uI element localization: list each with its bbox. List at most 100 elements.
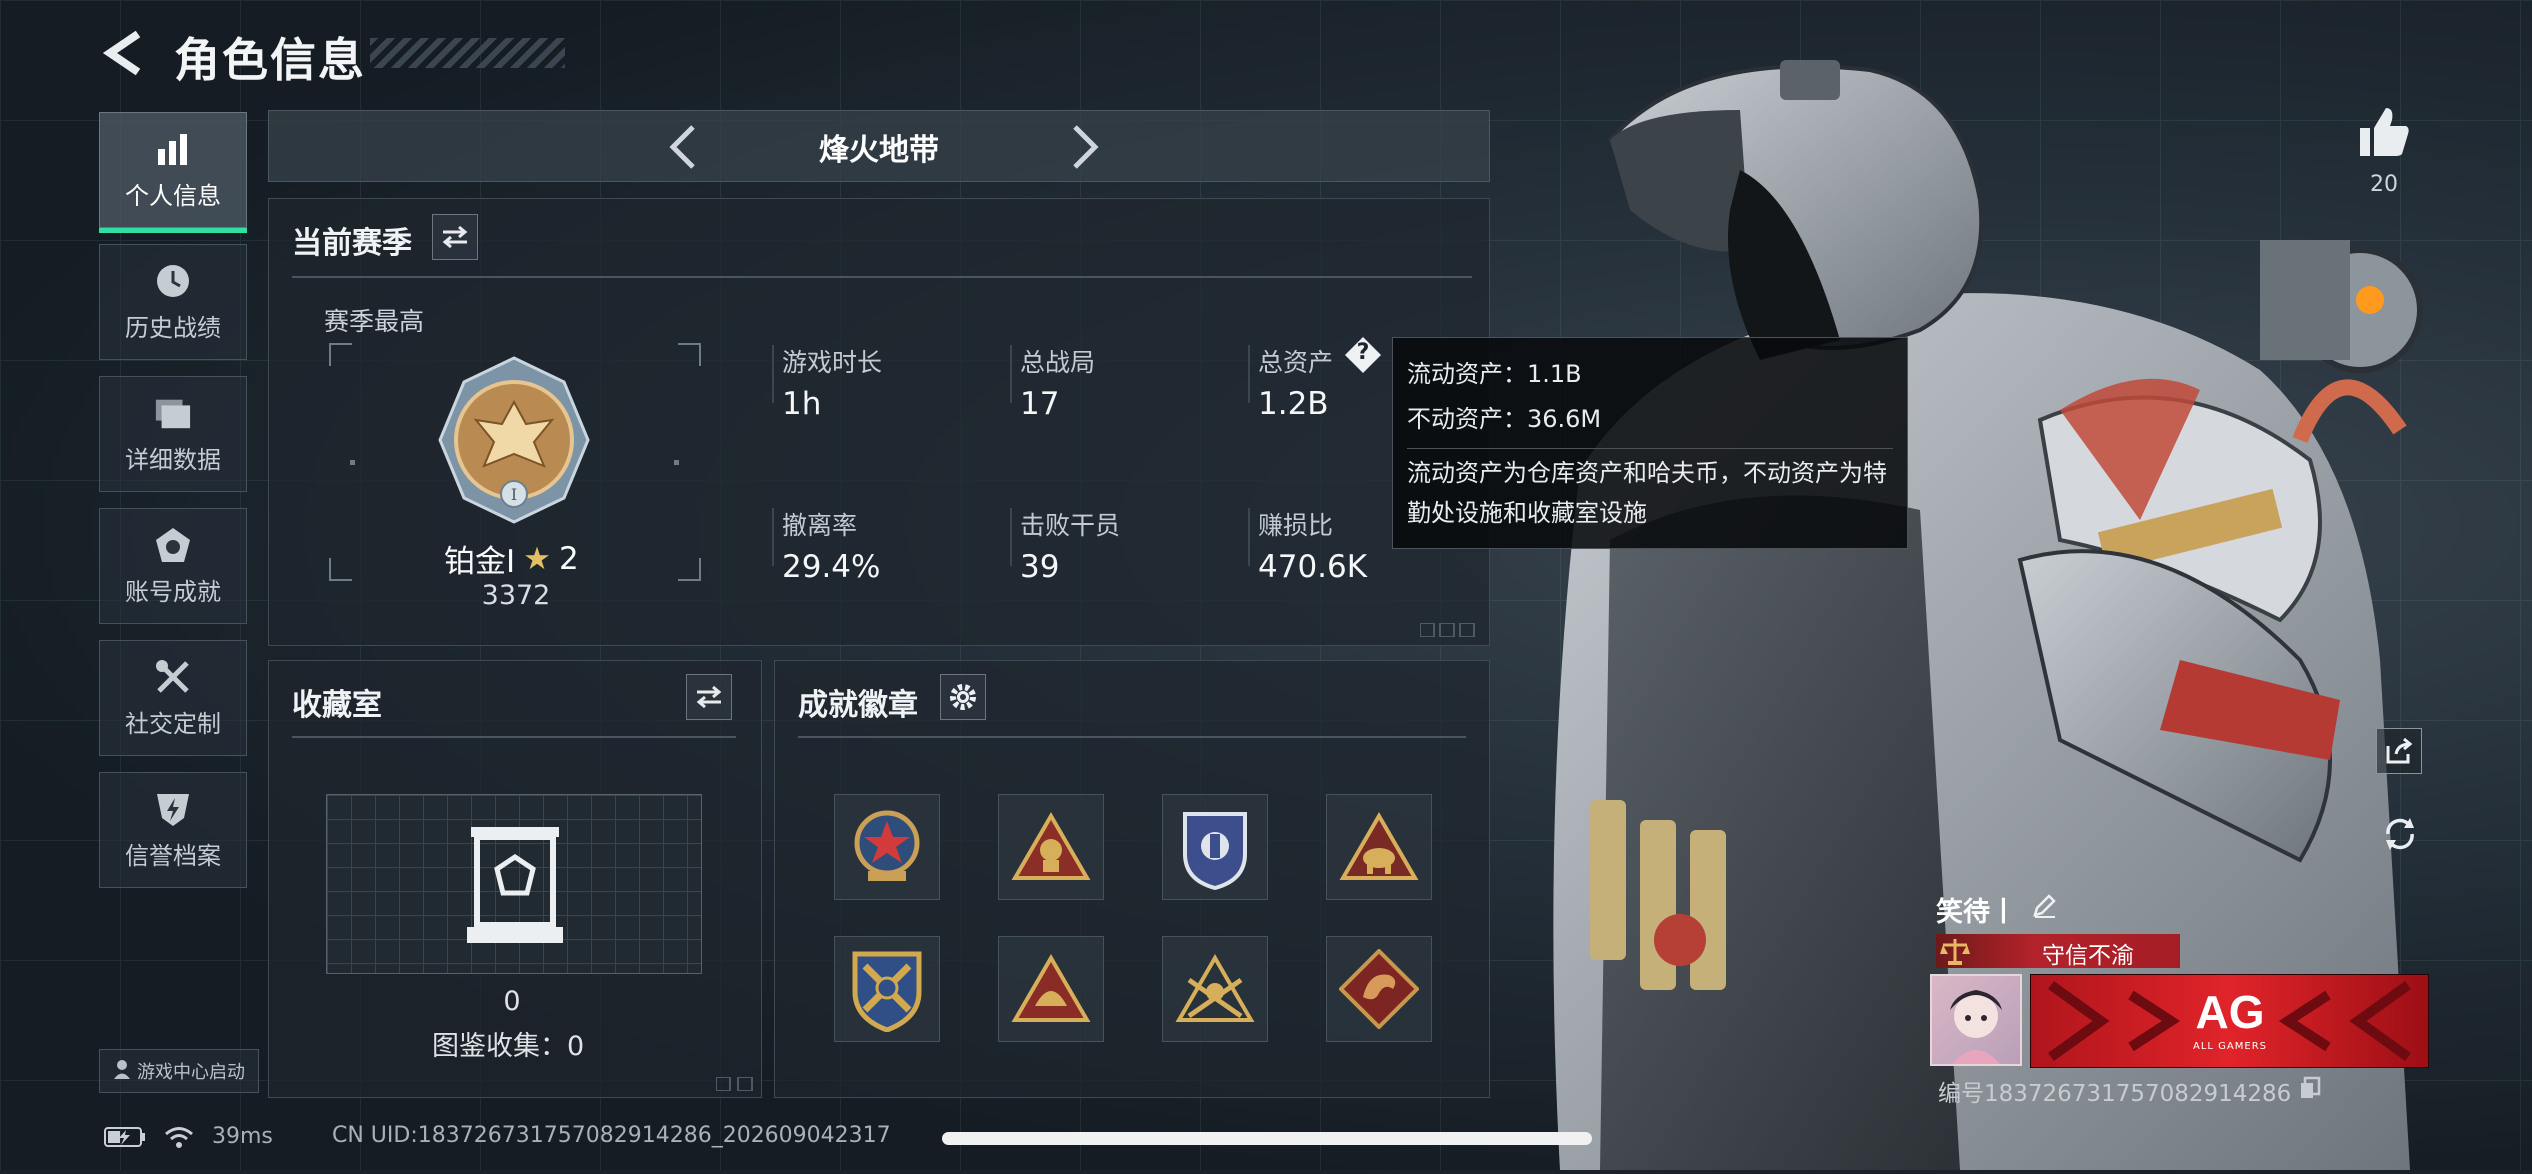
game-center-launch-button[interactable]: 游戏中心启动 <box>99 1049 259 1093</box>
collection-display-case[interactable] <box>326 794 702 974</box>
home-indicator[interactable] <box>942 1132 1592 1145</box>
badge-triangle-crossed-rifles[interactable] <box>1162 936 1268 1042</box>
sidebar-item-label: 账号成就 <box>125 577 221 606</box>
crossed-guns-badge-icon <box>852 951 922 1032</box>
player-name: 笑待丨 <box>1936 897 2017 928</box>
share-button[interactable] <box>2376 728 2422 774</box>
avatar[interactable] <box>1930 974 2022 1066</box>
mode-tab-bar: 烽火地带 <box>268 110 1490 182</box>
like-button[interactable] <box>2356 104 2412 160</box>
stat-value-total-matches: 17 <box>1020 386 1060 422</box>
stat-value-playtime: 1h <box>782 386 822 422</box>
badge-police-shield[interactable] <box>1162 794 1268 900</box>
team-emblem-banner: AG ALL GAMERS <box>2030 974 2429 1068</box>
sidebar-item-label: 详细数据 <box>125 445 221 474</box>
stat-label-playtime: 游戏时长 <box>782 348 883 377</box>
dragon-diamond-badge-icon <box>1339 949 1419 1029</box>
sidebar-item-achievements[interactable]: 账号成就 <box>99 508 247 624</box>
star-shield-badge-icon <box>854 810 920 881</box>
tooltip-fixed-assets: 不动资产：36.6M <box>1407 405 1602 433</box>
catalog-count: 图鉴收集：0 <box>432 1031 585 1062</box>
gear-icon <box>950 684 976 710</box>
shield-bolt-icon <box>154 790 192 828</box>
rank-name-row: 铂金Ⅰ ★ 2 <box>444 536 579 581</box>
stat-label-total-assets: 总资产 <box>1258 348 1334 377</box>
stat-label-kills: 击败干员 <box>1020 511 1121 540</box>
badge-crossed-guns[interactable] <box>834 936 940 1042</box>
copy-id-button[interactable] <box>2299 1076 2321 1106</box>
player-id-row: 编号1837267317570829142​86 <box>1938 1074 2321 1108</box>
triangle-elephant-badge-icon <box>1339 812 1419 880</box>
tooltip-description: 流动资产为仓库资产和哈夫币，不动资产为特勤处设施和收藏室设施 <box>1407 459 1887 527</box>
season-switch-button[interactable] <box>432 214 478 260</box>
bar-chart-icon <box>154 130 192 168</box>
triangle-crossed-rifles-badge-icon <box>1175 954 1255 1022</box>
title-decoration <box>370 38 565 68</box>
pencil-icon <box>2033 894 2056 918</box>
swap-icon <box>442 225 468 249</box>
triangle-helmet-badge-icon <box>1011 954 1091 1022</box>
battery-charging-icon <box>104 1126 145 1147</box>
badges-title: 成就徽章 <box>798 688 918 723</box>
collection-switch-button[interactable] <box>686 674 732 720</box>
season-title: 当前赛季 <box>292 226 412 261</box>
team-logo-subtext: ALL GAMERS <box>2193 1041 2267 1052</box>
star-icon: ★ <box>523 540 551 577</box>
sidebar-item-detail-data[interactable]: 详细数据 <box>99 376 247 492</box>
clock-icon <box>154 262 192 300</box>
season-divider <box>292 276 1472 278</box>
help-glyph: ? <box>1356 340 1370 365</box>
assets-help-button[interactable]: ? <box>1344 336 1382 374</box>
status-bar: 39ms <box>104 1124 273 1149</box>
chevron-right-icon <box>1073 125 1099 169</box>
collection-title: 收藏室 <box>292 688 382 723</box>
scales-icon <box>1940 939 1970 965</box>
uid-text: CN UID:183726731757082914286_20260904231… <box>332 1123 891 1148</box>
stat-label-total-matches: 总战局 <box>1020 348 1096 377</box>
player-id: 编号1837267317570829142​86 <box>1938 1081 2292 1107</box>
tooltip-liquid-assets: 流动资产：1.1B <box>1407 360 1582 388</box>
collection-count: 0 <box>503 986 521 1017</box>
stat-divider <box>772 508 774 566</box>
corner-decoration <box>1419 622 1476 638</box>
like-count: 20 <box>2370 172 2398 197</box>
badge-triangle-elephant[interactable] <box>1326 794 1432 900</box>
title-tag: 守信不渝 <box>1936 934 2180 969</box>
edit-name-button[interactable] <box>2031 893 2057 926</box>
stat-divider <box>1248 345 1250 403</box>
badge-star-shield[interactable] <box>834 794 940 900</box>
stat-label-profit-loss: 赚损比 <box>1258 511 1334 540</box>
stat-value-kills: 39 <box>1020 549 1060 585</box>
launcher-label: 游戏中心启动 <box>137 1062 245 1083</box>
tools-icon <box>154 658 192 696</box>
next-mode-button[interactable] <box>1063 123 1107 171</box>
team-logo-text: AG <box>2195 986 2265 1038</box>
swap-icon <box>696 685 722 709</box>
stat-value-total-assets: 1.2B <box>1258 386 1329 422</box>
season-best-label: 赛季最高 <box>324 307 425 336</box>
badge-triangle-soldier[interactable] <box>998 794 1104 900</box>
rank-name: 铂金Ⅰ <box>444 544 516 580</box>
stat-divider <box>1248 508 1250 566</box>
copy-icon <box>2301 1076 2321 1098</box>
back-button[interactable] <box>100 28 150 78</box>
sidebar-item-social-custom[interactable]: 社交定制 <box>99 640 247 756</box>
badge-dragon-diamond[interactable] <box>1326 936 1432 1042</box>
badge-triangle-helmet[interactable] <box>998 936 1104 1042</box>
assets-tooltip: 流动资产：1.1B 不动资产：36.6M 流动资产为仓库资产和哈夫币，不动资产为… <box>1392 337 1908 549</box>
sidebar-item-personal-info[interactable]: 个人信息 <box>99 112 247 233</box>
page-title: 角色信息 <box>174 33 366 87</box>
sidebar-item-history[interactable]: 历史战绩 <box>99 244 247 360</box>
profile-name-row: 笑待丨 <box>1936 890 2057 929</box>
sidebar-item-credit-record[interactable]: 信誉档案 <box>99 772 247 888</box>
user-icon <box>113 1059 131 1084</box>
avatar-illustration <box>1950 990 2002 1064</box>
current-mode-title: 烽火地带 <box>819 133 939 168</box>
badges-settings-button[interactable] <box>940 674 986 720</box>
folders-icon <box>154 394 192 432</box>
sidebar-item-label: 个人信息 <box>125 181 221 210</box>
wifi-icon <box>165 1126 193 1148</box>
achievement-icon <box>154 526 192 564</box>
refresh-button[interactable] <box>2380 814 2420 854</box>
stat-label-extract-rate: 撤离率 <box>782 511 858 540</box>
